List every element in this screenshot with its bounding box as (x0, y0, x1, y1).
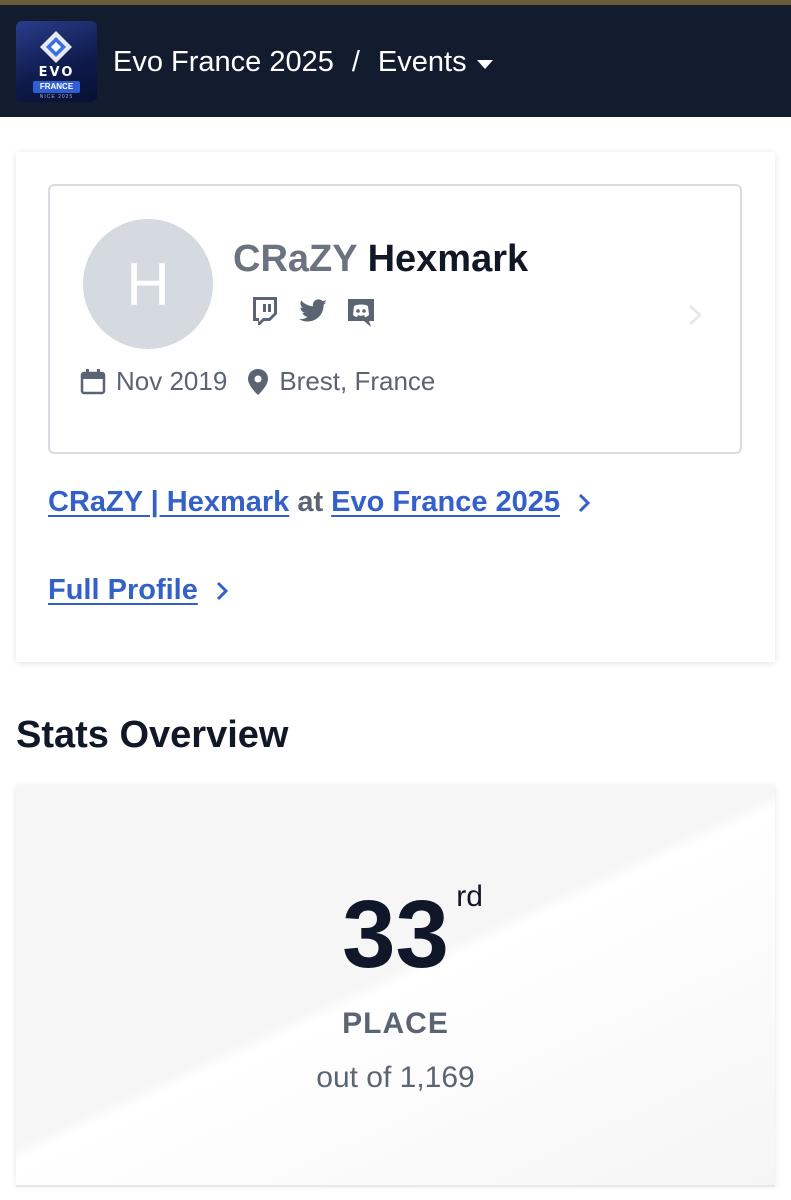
chevron-right-icon (689, 305, 702, 325)
player-card: H CRaZY Hexmark Nov 2019 Brest, France C… (16, 152, 775, 662)
top-nav-bar: EVO FRANCE NICE 2025 Evo France 2025 / E… (0, 5, 791, 117)
logo-badge: FRANCE (33, 81, 80, 93)
avatar: H (83, 219, 213, 349)
joined-date-text: Nov 2019 (116, 366, 228, 396)
gamer-tag: Hexmark (367, 238, 529, 280)
placement-label: PLACE (342, 1007, 449, 1040)
placement-number: 33rd (342, 880, 483, 990)
divider (16, 1185, 775, 1187)
placement: 33rd (16, 880, 775, 990)
profile-summary-card[interactable]: H CRaZY Hexmark Nov 2019 Brest, France (48, 184, 742, 454)
logo-subtext: NICE 2025 (39, 94, 74, 100)
player-event-link-row: CRaZY | Hexmark at Evo France 2025 (48, 486, 592, 519)
events-dropdown[interactable]: Events (378, 46, 493, 79)
breadcrumb-event-link[interactable]: Evo France 2025 (113, 46, 334, 79)
joined-date: Nov 2019 (80, 366, 227, 397)
full-profile-link[interactable]: Full Profile (48, 574, 198, 607)
stats-overview-title: Stats Overview (16, 714, 289, 756)
breadcrumb: Evo France 2025 / Events (113, 42, 493, 82)
location: Brest, France (247, 366, 435, 397)
location-text: Brest, France (279, 366, 436, 396)
at-text: at (297, 486, 324, 518)
chevron-right-icon (216, 581, 228, 600)
discord-icon[interactable] (344, 294, 378, 328)
twitch-icon[interactable] (248, 294, 282, 328)
placement-value: 33 (342, 881, 449, 988)
placement-suffix: rd (456, 880, 483, 913)
avatar-initial: H (126, 250, 170, 318)
placement-card: 33rd PLACE out of 1,169 (16, 785, 775, 1185)
team-prefix: CRaZY (233, 238, 358, 280)
caret-down-icon (476, 59, 493, 69)
logo-diamond-icon (40, 31, 72, 63)
placement-total: out of 1,169 (316, 1061, 475, 1094)
social-links (248, 294, 378, 328)
player-link[interactable]: CRaZY | Hexmark (48, 486, 289, 519)
chevron-right-icon (578, 493, 591, 512)
evo-france-logo[interactable]: EVO FRANCE NICE 2025 (16, 21, 97, 102)
breadcrumb-separator: / (351, 45, 360, 78)
twitter-icon[interactable] (296, 294, 330, 328)
profile-meta: Nov 2019 Brest, France (80, 366, 445, 397)
calendar-icon (80, 368, 106, 394)
logo-text: EVO (38, 65, 75, 80)
full-profile-link-row: Full Profile (48, 574, 230, 607)
player-name: CRaZY Hexmark (233, 238, 528, 281)
events-dropdown-label: Events (377, 45, 467, 78)
location-pin-icon (248, 368, 269, 395)
event-link[interactable]: Evo France 2025 (331, 486, 560, 519)
